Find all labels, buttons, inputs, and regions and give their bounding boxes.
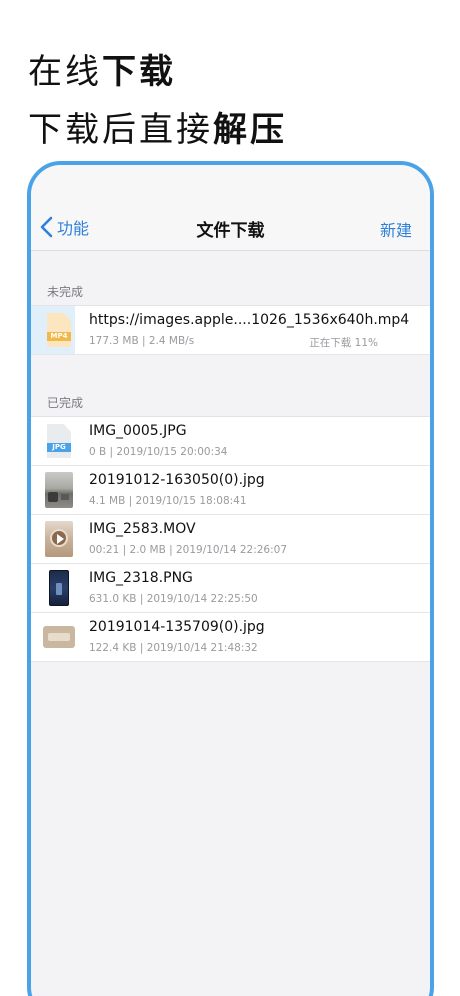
mp4-file-icon: MP4 — [47, 313, 71, 347]
list-item[interactable]: IMG_2583.MOV 00:21 | 2.0 MB | 2019/10/14… — [31, 515, 430, 564]
file-meta: 4.1 MB | 2019/10/15 18:08:41 — [89, 495, 247, 507]
promo-line2-light: 下载后直接 — [28, 110, 213, 150]
list-item[interactable]: JPG IMG_0005.JPG 0 B | 2019/10/15 20:00:… — [31, 417, 430, 466]
device-frame: 功能 文件下载 新建 未完成 MP4 https://images.apple.… — [27, 161, 434, 996]
file-name: IMG_2583.MOV — [89, 521, 196, 537]
file-ext-label: MP4 — [47, 332, 71, 341]
download-status: 正在下载 11% — [309, 337, 378, 349]
file-meta: 00:21 | 2.0 MB | 2019/10/14 22:26:07 — [89, 544, 287, 556]
promo-line1-light: 在线 — [28, 52, 102, 92]
jpg-file-icon: JPG — [47, 424, 71, 458]
play-icon — [57, 534, 64, 544]
list-item[interactable]: IMG_2318.PNG 631.0 KB | 2019/10/14 22:25… — [31, 564, 430, 613]
promo-line2-bold: 解压 — [213, 110, 287, 150]
file-meta: 631.0 KB | 2019/10/14 22:25:50 — [89, 593, 258, 605]
video-thumbnail — [45, 521, 73, 557]
file-meta: 0 B | 2019/10/15 20:00:34 — [89, 446, 228, 458]
promo-line1-bold: 下载 — [102, 52, 176, 92]
promo-headline-1: 在线下载 — [28, 44, 176, 93]
list-item[interactable]: MP4 https://images.apple....1026_1536x64… — [31, 306, 430, 355]
screenshot-thumbnail — [49, 570, 69, 606]
page-title: 文件下载 — [196, 221, 265, 241]
file-meta: 122.4 KB | 2019/10/14 21:48:32 — [89, 642, 258, 654]
file-name: 20191014-135709(0).jpg — [89, 619, 265, 635]
list-item[interactable]: 20191014-135709(0).jpg 122.4 KB | 2019/1… — [31, 613, 430, 662]
navigation-bar: 功能 文件下载 新建 — [31, 165, 430, 251]
list-item[interactable]: 20191012-163050(0).jpg 4.1 MB | 2019/10/… — [31, 466, 430, 515]
new-download-button[interactable]: 新建 — [380, 217, 412, 241]
photo-thumbnail — [43, 626, 75, 648]
section-header-incomplete: 未完成 — [47, 285, 84, 299]
file-name: IMG_0005.JPG — [89, 423, 187, 439]
promo-headline-2: 下载后直接解压 — [28, 102, 287, 151]
file-meta: 177.3 MB | 2.4 MB/s — [89, 335, 195, 347]
file-name: IMG_2318.PNG — [89, 570, 193, 586]
completed-list: JPG IMG_0005.JPG 0 B | 2019/10/15 20:00:… — [31, 416, 430, 662]
file-name: 20191012-163050(0).jpg — [89, 472, 265, 488]
file-ext-label: JPG — [47, 443, 71, 452]
incomplete-list: MP4 https://images.apple....1026_1536x64… — [31, 305, 430, 355]
photo-thumbnail — [45, 472, 73, 508]
file-name: https://images.apple....1026_1536x640h.m… — [89, 312, 410, 328]
section-header-complete: 已完成 — [47, 396, 84, 410]
